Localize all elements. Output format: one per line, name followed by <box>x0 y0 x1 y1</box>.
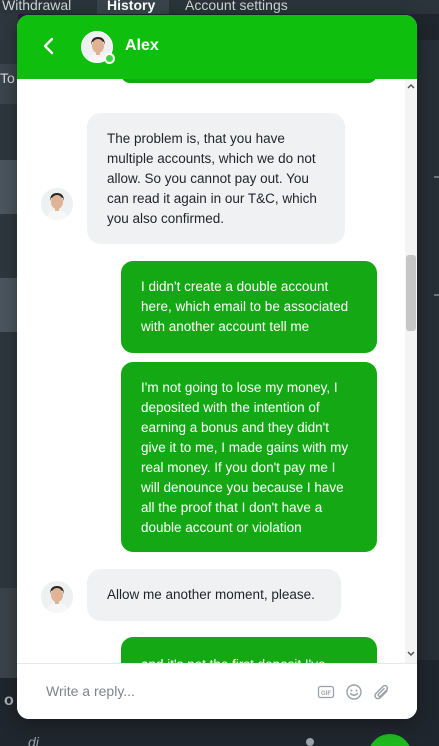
user-message-bubble <box>121 79 377 83</box>
user-message-bubble: and it's not the first deposit I've <box>121 637 377 663</box>
background-right-panel <box>417 40 439 660</box>
message-line: Allow me another moment, please. <box>107 587 315 602</box>
message-line: with another account tell me <box>141 319 310 334</box>
message-line: The problem is, that you have <box>107 131 285 146</box>
gif-label: GIF <box>321 691 331 697</box>
user-message-bubble: I didn't create a double account here, w… <box>121 261 377 353</box>
message-line: earning a bonus and they didn't <box>141 420 329 435</box>
agent-message-avatar <box>41 581 73 613</box>
tab-account-settings[interactable]: Account settings <box>185 0 288 14</box>
gif-icon[interactable]: GIF <box>317 683 335 701</box>
online-status-icon <box>104 53 115 64</box>
message-line: will denounce you because I have <box>141 480 344 495</box>
scroll-thumb[interactable] <box>406 255 416 331</box>
background-mark <box>434 294 439 296</box>
scroll-up-arrow-icon[interactable] <box>405 81 417 91</box>
message-list[interactable]: The problem is, that you have multiple a… <box>17 79 405 663</box>
message-line: can read it again in our T&C, which <box>107 191 317 206</box>
tab-history[interactable]: History <box>97 0 169 14</box>
message-line: real money. If you don't pay me I <box>141 460 336 475</box>
message-line: here, which email to be associated <box>141 299 349 314</box>
message-line: deposited with the intention of <box>141 400 320 415</box>
back-arrow-icon[interactable] <box>39 36 59 56</box>
background-dot <box>306 738 314 746</box>
background-char: o <box>4 692 14 709</box>
chat-header: Alex <box>17 15 417 79</box>
agent-message-bubble: Allow me another moment, please. <box>87 569 341 621</box>
agent-name: Alex <box>125 37 159 54</box>
background-row <box>0 278 18 332</box>
background-row <box>0 160 18 214</box>
background-panel <box>0 104 18 160</box>
background-panel <box>0 214 18 278</box>
message-line: multiple accounts, which we do not <box>107 151 316 166</box>
message-line: I'm not going to lose my money, I <box>141 380 338 395</box>
message-line: all the proof that I don't have a <box>141 500 323 515</box>
message-line: give it to me, I made gains with my <box>141 440 349 455</box>
background-topbar: Withdrawal History Account settings <box>0 0 439 14</box>
emoji-icon[interactable] <box>345 683 363 701</box>
background-panel <box>0 332 18 588</box>
message-line: allow. So you cannot pay out. You <box>107 171 309 186</box>
scroll-down-arrow-icon[interactable] <box>405 649 417 659</box>
agent-message-bubble: The problem is, that you have multiple a… <box>87 113 345 244</box>
chat-launcher-button[interactable] <box>368 734 412 746</box>
background-label: To <box>0 70 15 86</box>
paperclip-attachment-icon[interactable] <box>373 683 391 701</box>
person-avatar-icon <box>41 581 73 613</box>
agent-message-avatar <box>41 188 73 220</box>
reply-composer: GIF <box>17 663 417 719</box>
message-scrollbar[interactable] <box>405 79 417 663</box>
background-panel <box>0 588 18 678</box>
agent-avatar <box>81 31 115 64</box>
message-line: double account or violation <box>141 520 302 535</box>
background-text: di <box>28 734 39 746</box>
message-line: and it's not the first deposit I've <box>141 655 357 663</box>
person-avatar-icon <box>41 188 73 220</box>
message-line: you also confirmed. <box>107 211 225 226</box>
chat-widget: Alex The problem is, that you have multi… <box>17 15 417 719</box>
background-mark <box>434 176 439 178</box>
user-message-bubble: I'm not going to lose my money, I deposi… <box>121 362 377 552</box>
background-panel <box>0 14 18 64</box>
tab-withdrawal[interactable]: Withdrawal <box>2 0 71 14</box>
reply-input[interactable] <box>33 676 303 706</box>
message-line: I didn't create a double account <box>141 279 329 294</box>
